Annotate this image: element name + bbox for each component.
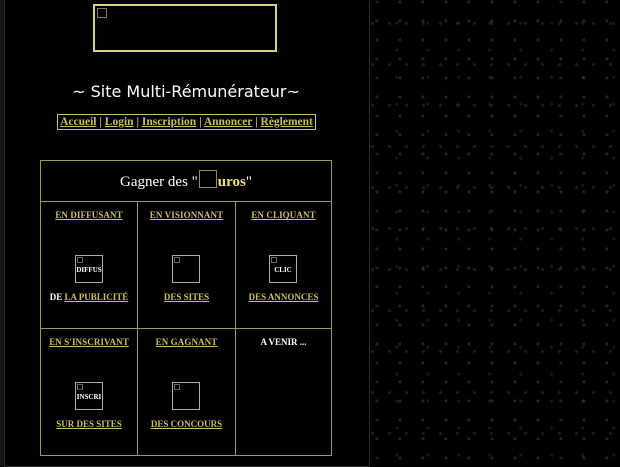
broken-image-icon [97,8,107,18]
banner-image[interactable] [93,4,277,52]
cell-visionnant: EN VISIONNANT DES SITES [138,202,235,328]
nav-link-accueil[interactable]: Accueil [60,116,96,128]
broken-image-icon [174,384,180,390]
earnings-panel: Gagner des " uros" EN DIFFUSANT DIFFUS DE… [40,160,332,456]
cell-caption-link[interactable]: EN DIFFUSANT [41,210,137,220]
broken-image-icon [77,257,83,263]
cell-subtitle: SUR DES SITES [41,419,137,429]
cell-gagnant: EN GAGNANT DES CONCOURS [138,329,235,455]
image-alt-text: INSCRI [76,393,102,401]
nav-bar: Accueil | Login | Inscription | Annoncer… [57,114,316,130]
nav-separator: | [199,116,202,128]
euro-image-icon [198,170,217,188]
subtitle-link[interactable]: DES SITES [164,292,209,302]
nav-separator: | [255,116,258,128]
nav-separator: | [136,116,139,128]
cell-caption-link[interactable]: EN VISIONNANT [138,210,235,220]
nav-link-reglement[interactable]: Règlement [261,116,313,128]
image-alt-text: CLIC [274,266,292,274]
nav-link-annoncer[interactable]: Annoncer [204,116,252,128]
cell-inscrivant: EN S'INSCRIVANT INSCRI SUR DES SITES [41,329,137,455]
subtitle-prefix: DE [49,292,63,302]
cell-subtitle: DE LA PUBLICITÉ [41,292,137,302]
heading-suffix: " [245,174,252,190]
subtitle-link[interactable]: SUR DES SITES [56,419,122,429]
cell-caption-link[interactable]: EN GAGNANT [138,337,235,347]
diffus-image[interactable]: DIFFUS [75,255,103,283]
broken-image-icon [271,257,277,263]
cell-caption-link[interactable]: EN CLIQUANT [236,210,331,220]
subtitle-link[interactable]: DES ANNONCES [249,292,319,302]
broken-image-icon [77,384,83,390]
coming-soon-text: A VENIR ... [260,337,307,347]
heading-euros: uros [217,174,246,190]
cell-a-venir: A VENIR ... [236,329,331,455]
cell-subtitle: DES SITES [138,292,235,302]
nav-separator: | [99,116,102,128]
gagnant-image[interactable] [172,382,200,410]
cell-subtitle: DES CONCOURS [138,419,235,429]
background-texture [370,0,620,466]
image-alt-text: DIFFUS [76,266,102,274]
cell-cliquant: EN CLIQUANT CLIC DES ANNONCES [236,202,331,328]
broken-image-icon [174,257,180,263]
visionnant-image[interactable] [172,255,200,283]
panel-heading: Gagner des " uros" [41,161,331,202]
cell-caption-link[interactable]: EN S'INSCRIVANT [41,337,137,347]
cell-subtitle: DES ANNONCES [236,292,331,302]
heading-prefix: Gagner des " [120,174,198,190]
inscri-image[interactable]: INSCRI [75,382,103,410]
nav-link-inscription[interactable]: Inscription [142,116,196,128]
subtitle-link[interactable]: DES CONCOURS [151,419,222,429]
nav-link-login[interactable]: Login [105,116,134,128]
clic-image[interactable]: CLIC [269,255,297,283]
cell-diffusant: EN DIFFUSANT DIFFUS DE LA PUBLICITÉ [41,202,137,328]
site-title: ~ Site Multi-Rémunérateur~ [72,82,300,101]
subtitle-link[interactable]: LA PUBLICITÉ [64,292,128,302]
